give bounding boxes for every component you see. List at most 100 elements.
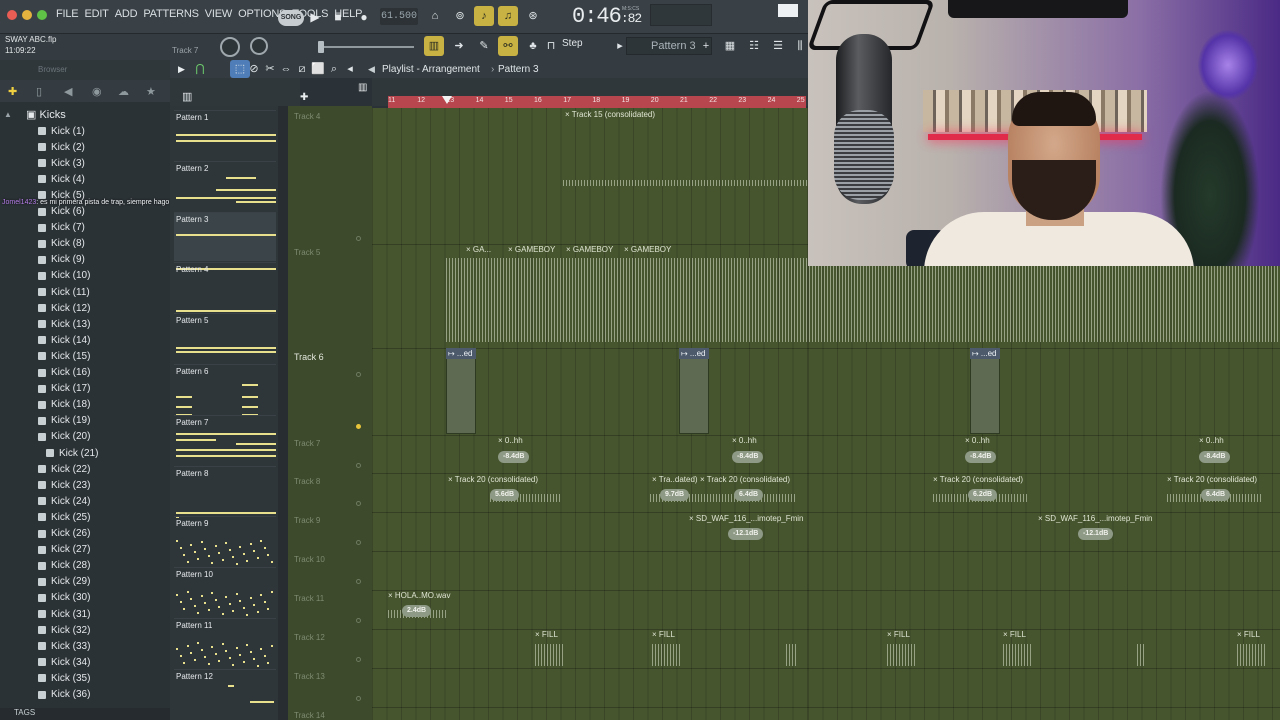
snap-step-label[interactable]: Step: [562, 38, 583, 49]
browser-plugin-icon[interactable]: ◉: [92, 85, 102, 98]
draw-icon[interactable]: ✎: [474, 36, 494, 56]
ed-clip-1[interactable]: [446, 352, 476, 434]
folder-kicks[interactable]: ▣ Kicks: [26, 108, 66, 121]
browser-item-kick-36[interactable]: Kick (36): [38, 687, 90, 703]
fill-clip-title[interactable]: × FILL: [1003, 630, 1026, 639]
browser-speaker-icon[interactable]: ◀: [64, 85, 72, 98]
track-header-7[interactable]: Track 7: [294, 439, 320, 448]
gain-badge[interactable]: 6.2dB: [968, 489, 998, 501]
pattern-item-12[interactable]: Pattern 12: [174, 668, 276, 718]
pattern-item-3[interactable]: Pattern 3: [174, 211, 276, 261]
clip-title[interactable]: × Tra..dated): [652, 475, 698, 484]
browser-item-kick-22[interactable]: Kick (22): [38, 461, 90, 477]
browser-item-kick-26[interactable]: Kick (26): [38, 526, 90, 542]
track-mute-led[interactable]: [356, 696, 361, 701]
playhead-marker[interactable]: [442, 96, 452, 104]
collapse-icon[interactable]: ▲: [4, 110, 12, 119]
clip-title[interactable]: × GAMEBOY: [566, 245, 613, 254]
track-header-8[interactable]: Track 8: [294, 477, 320, 486]
browser-current-project-icon[interactable]: ▯: [36, 85, 42, 98]
minimize-window-button[interactable]: [22, 10, 32, 20]
chevron-right-icon[interactable]: ▸: [614, 36, 626, 56]
song-mode-toggle[interactable]: SONG: [278, 10, 304, 26]
browser-item-kick-16[interactable]: Kick (16): [38, 365, 90, 381]
loop-record-icon[interactable]: ⊛: [523, 6, 543, 26]
clip-title[interactable]: × GAMEBOY: [508, 245, 555, 254]
clip-title[interactable]: × HOLA..MO.wav: [388, 591, 450, 600]
menu-file[interactable]: FILE: [56, 8, 79, 20]
gain-badge[interactable]: -8.4dB: [965, 451, 997, 463]
track-header-4[interactable]: Track 4: [294, 112, 320, 121]
play-icon[interactable]: ▶: [305, 8, 325, 26]
gain-badge[interactable]: 6.4dB: [734, 489, 764, 501]
track-mute-led[interactable]: [356, 372, 361, 377]
playlist-window-icon[interactable]: ▦: [720, 36, 740, 56]
browser-item-kick-1[interactable]: Kick (1): [38, 123, 85, 139]
step-edit-icon[interactable]: ♫: [498, 6, 518, 26]
track-header-6[interactable]: Track 6: [294, 352, 324, 362]
pattern-item-8[interactable]: Pattern 8: [174, 465, 276, 515]
menu-edit[interactable]: EDIT: [84, 8, 108, 20]
browser-item-kick-17[interactable]: Kick (17): [38, 381, 90, 397]
browser-item-kick-12[interactable]: Kick (12): [38, 300, 90, 316]
track-header-12[interactable]: Track 12: [294, 633, 325, 642]
piano-icon[interactable]: ▥: [182, 90, 192, 103]
hh-clip-title[interactable]: × 0..hh: [732, 436, 757, 445]
browser-cloud-icon[interactable]: ☁: [118, 85, 129, 98]
stop-icon[interactable]: ■: [328, 8, 348, 26]
gain-badge[interactable]: -8.4dB: [1199, 451, 1231, 463]
browser-item-kick-20[interactable]: Kick (20): [38, 429, 90, 445]
menu-patterns[interactable]: PATTERNS: [143, 8, 199, 20]
ed-clip-2[interactable]: [679, 352, 709, 434]
magnet-icon[interactable]: ⋂: [190, 60, 210, 78]
browser-item-kick-15[interactable]: Kick (15): [38, 348, 90, 364]
hh-clip-title[interactable]: × 0..hh: [965, 436, 990, 445]
track-mute-led[interactable]: [356, 657, 361, 662]
picker-scrollbar[interactable]: [278, 106, 288, 720]
track-header-9[interactable]: Track 9: [294, 516, 320, 525]
pattern-item-5[interactable]: Pattern 5: [174, 313, 276, 362]
channel-rack-icon[interactable]: ☰: [768, 36, 788, 56]
gain-badge[interactable]: -12.1dB: [728, 528, 764, 540]
browser-item-kick-18[interactable]: Kick (18): [38, 397, 90, 413]
pattern-item-4[interactable]: Pattern 4: [174, 262, 276, 311]
browser-item-kick-14[interactable]: Kick (14): [38, 332, 90, 348]
browser-item-kick-21[interactable]: Kick (21): [46, 445, 98, 461]
playlist-menu-icon[interactable]: ◀: [368, 64, 375, 75]
track-mute-led[interactable]: [356, 579, 361, 584]
close-window-button[interactable]: [7, 10, 17, 20]
browser-item-kick-29[interactable]: Kick (29): [38, 574, 90, 590]
track-mute-led[interactable]: [356, 501, 361, 506]
tempo-display[interactable]: 61.500: [380, 8, 418, 25]
gain-badge[interactable]: -8.4dB: [732, 451, 764, 463]
browser-item-kick-27[interactable]: Kick (27): [38, 542, 90, 558]
countdown-icon[interactable]: ♪: [474, 6, 494, 26]
master-slider-thumb[interactable]: [318, 41, 324, 53]
clip-title[interactable]: × Track 20 (consolidated): [448, 475, 538, 484]
clip-title[interactable]: × Track 20 (consolidated): [1167, 475, 1257, 484]
track-mute-led[interactable]: [356, 424, 361, 429]
stamp-icon[interactable]: ♣: [523, 36, 543, 56]
main-volume-knob[interactable]: [220, 37, 240, 57]
track-mute-led[interactable]: [356, 236, 361, 241]
browser-item-kick-23[interactable]: Kick (23): [38, 477, 90, 493]
clip-track-15-consolidated[interactable]: × Track 15 (consolidated): [565, 110, 655, 119]
browser-item-kick-7[interactable]: Kick (7): [38, 220, 85, 236]
browser-item-kick-13[interactable]: Kick (13): [38, 316, 90, 332]
browser-item-kick-35[interactable]: Kick (35): [38, 670, 90, 686]
gain-badge[interactable]: -8.4dB: [498, 451, 530, 463]
metronome-icon[interactable]: ⌂: [425, 6, 445, 26]
track-header-14[interactable]: Track 14: [294, 711, 325, 720]
browser-item-kick-19[interactable]: Kick (19): [38, 413, 90, 429]
track-mute-led[interactable]: [356, 463, 361, 468]
playlist-arrow-icon[interactable]: ▶: [178, 64, 185, 75]
clip-title[interactable]: × SD_WAF_116_...imotep_Fmin: [1038, 514, 1153, 523]
link-icon[interactable]: ⚯: [498, 36, 518, 56]
browser-item-kick-3[interactable]: Kick (3): [38, 155, 85, 171]
browser-item-kick-31[interactable]: Kick (31): [38, 606, 90, 622]
clip-title[interactable]: × GA...: [466, 245, 491, 254]
gain-badge[interactable]: -12.1dB: [1078, 528, 1114, 540]
arrow-icon[interactable]: ➜: [449, 36, 469, 56]
piano-roll-icon[interactable]: ☷: [744, 36, 764, 56]
fill-clip-title[interactable]: × FILL: [652, 630, 675, 639]
